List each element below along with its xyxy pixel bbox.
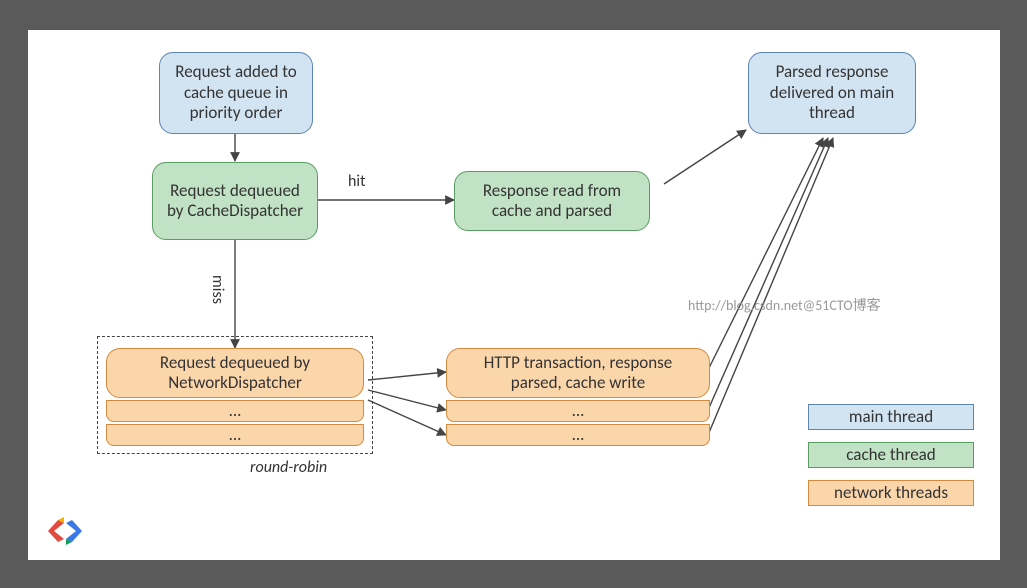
legend-network-threads: network threads	[808, 480, 974, 506]
edge-label-miss: miss	[208, 275, 227, 304]
diagram-canvas: Request added to cache queue in priority…	[28, 30, 1000, 560]
node-cache-dispatcher: Request dequeued by CacheDispatcher	[152, 162, 318, 240]
node-request-added: Request added to cache queue in priority…	[159, 52, 313, 134]
google-dev-logo-icon	[48, 516, 82, 546]
node-http-transaction: HTTP transaction, response parsed, cache…	[446, 348, 710, 398]
node-parsed-response: Parsed response delivered on main thread	[748, 52, 916, 134]
round-robin-label: round-robin	[250, 458, 327, 477]
node-network-dispatcher: Request dequeued by NetworkDispatcher	[106, 348, 364, 398]
node-network-dispatcher-2: ...	[106, 400, 364, 422]
watermark-text: http://blog.csdn.net@51CTO博客	[688, 295, 881, 315]
node-http-transaction-3: ...	[446, 424, 710, 446]
node-response-cache: Response read from cache and parsed	[454, 171, 650, 231]
node-network-dispatcher-3: ...	[106, 424, 364, 446]
node-http-transaction-2: ...	[446, 400, 710, 422]
edge-label-hit: hit	[348, 172, 365, 191]
legend-main-thread: main thread	[808, 404, 974, 430]
legend-cache-thread: cache thread	[808, 442, 974, 468]
